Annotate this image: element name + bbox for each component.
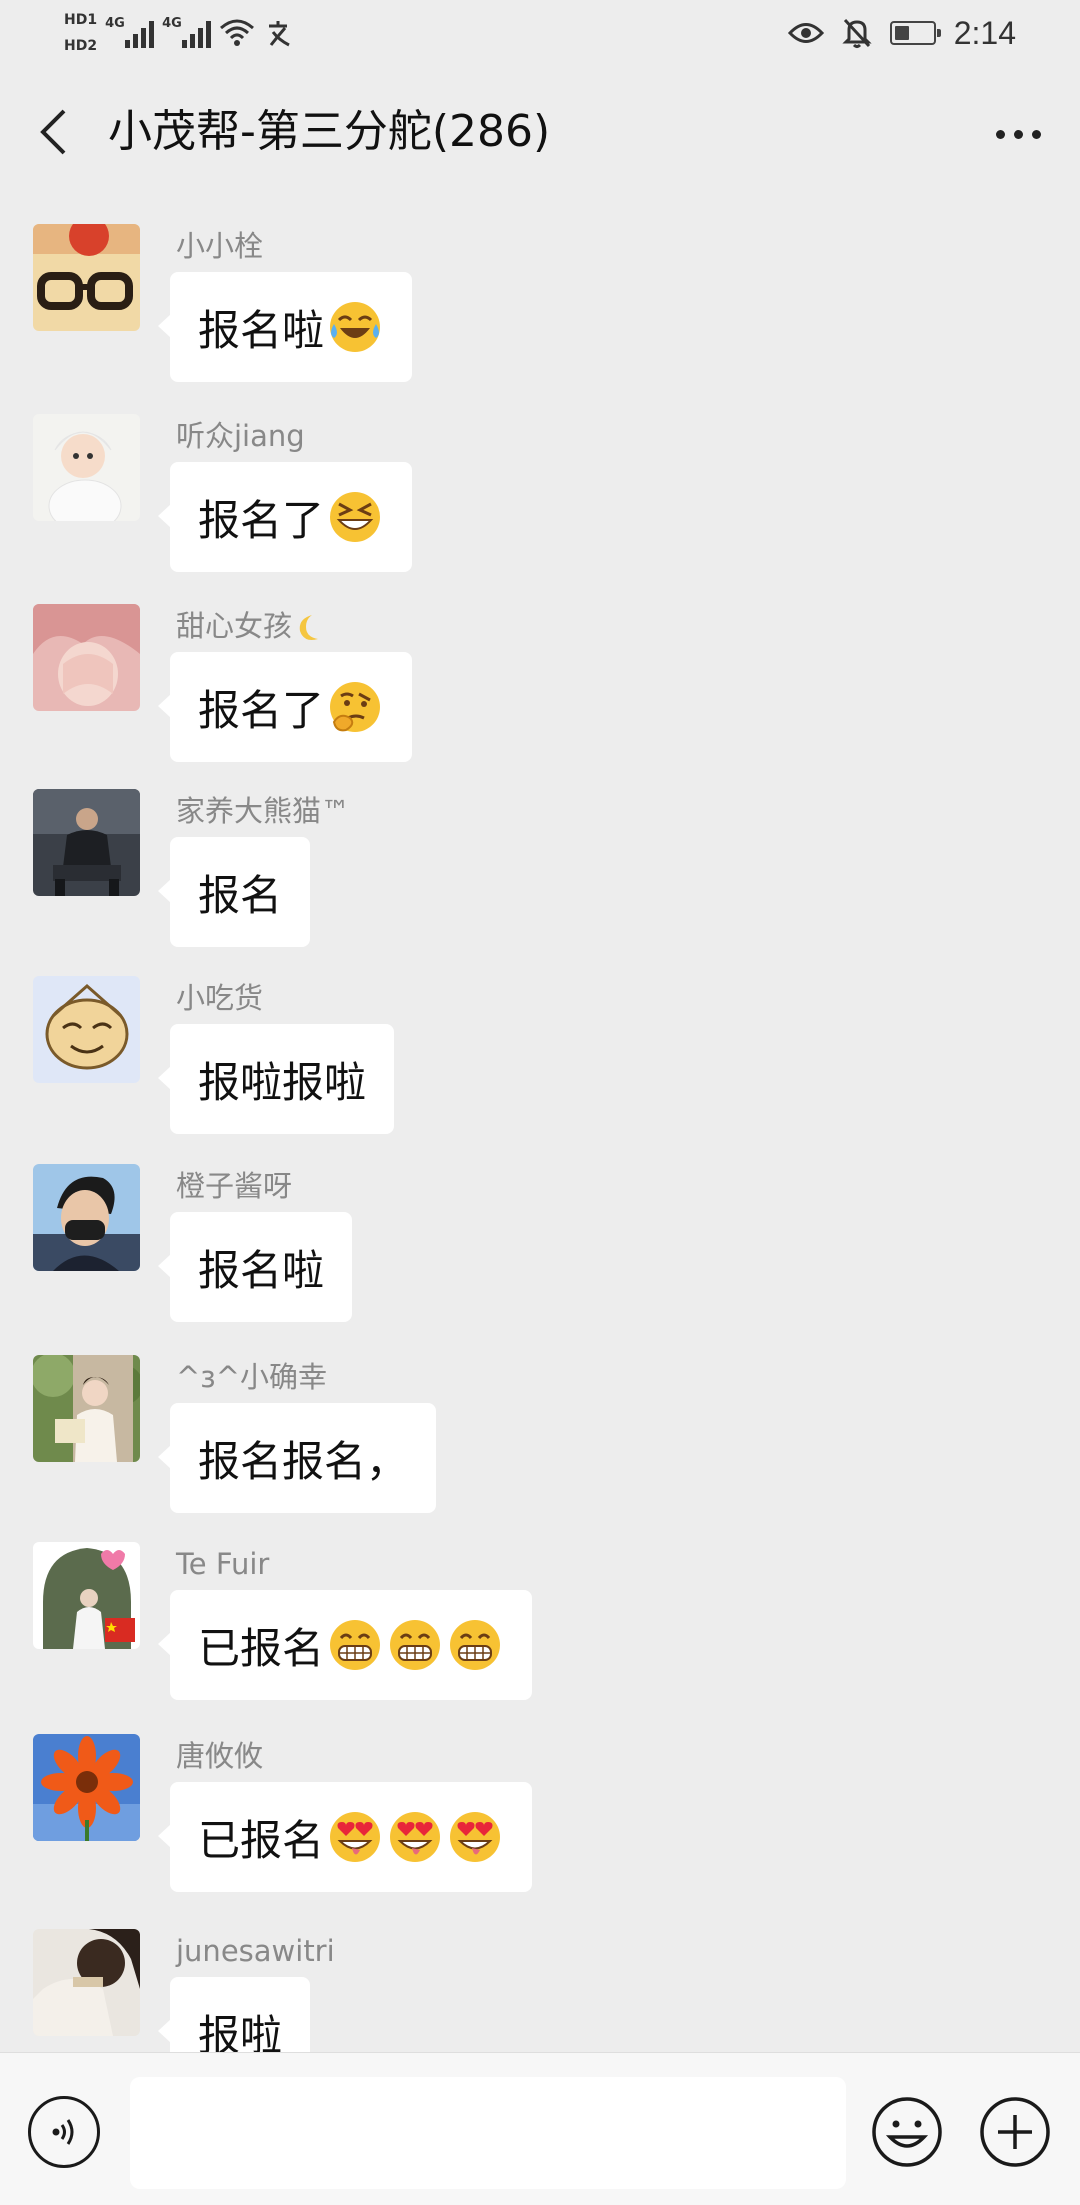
signal-icon: 4G [105, 16, 155, 48]
message-text: 报名报名， [198, 1436, 409, 1486]
avatar[interactable] [33, 224, 140, 331]
message-text: 报名了 [198, 685, 325, 735]
avatar[interactable] [33, 1542, 140, 1649]
heart-eyes-drool-emoji-icon [386, 1808, 444, 1866]
message-bubble[interactable]: 报啦报啦 [157, 1024, 395, 1134]
message-bubble[interactable]: 报名了 [157, 462, 413, 572]
signal-icon: 4G [162, 16, 212, 48]
squinting-grin-emoji-icon [326, 488, 384, 546]
crescent-moon-icon [299, 615, 319, 640]
sender-name: ^з^小确幸 [176, 1360, 328, 1394]
message-text: 报名啦 [198, 1245, 325, 1295]
avatar[interactable] [33, 1164, 140, 1271]
avatar[interactable] [33, 789, 140, 896]
plus-icon [980, 2097, 1050, 2167]
message-bubble[interactable]: 报名报名， [157, 1403, 437, 1513]
message-bubble[interactable]: 报名 [157, 837, 311, 947]
more-dots-icon [995, 129, 1005, 139]
thinking-face-emoji-icon [326, 678, 384, 736]
sender-name: 听众jiang [176, 419, 305, 453]
sender-name: 甜心女孩 [176, 606, 326, 646]
message-bubble[interactable]: 已报名 [157, 1782, 533, 1892]
avatar[interactable] [33, 604, 140, 711]
message-text: 已报名 [198, 1815, 325, 1865]
status-time: 2:14 [953, 14, 1016, 51]
input-bar [0, 2052, 1080, 2205]
sender-name: 家养大熊猫™ [176, 794, 351, 828]
voice-icon [52, 2119, 74, 2145]
chat-message-list[interactable]: 小小栓 报名啦 听众jiang 报名了 甜心女孩 报名了 家养大熊猫™ 报名 小… [0, 196, 1080, 2052]
voice-button[interactable] [28, 2096, 100, 2168]
avatar[interactable] [33, 1734, 140, 1841]
message-input[interactable] [130, 2077, 846, 2189]
eye-comfort-icon [787, 23, 824, 43]
emoji-button[interactable] [870, 2095, 944, 2169]
wifi-icon [220, 19, 255, 46]
message-bubble[interactable]: 报名了 [157, 652, 413, 762]
grimacing-grin-emoji-icon [446, 1616, 504, 1674]
message-text: 报名 [198, 870, 283, 920]
nfc-icon [269, 21, 290, 47]
message-bubble[interactable]: 报名啦 [157, 1212, 353, 1322]
more-functions-button[interactable] [978, 2095, 1052, 2169]
message-text: 报啦报啦 [198, 1057, 367, 1107]
message-text: 已报名 [198, 1623, 325, 1673]
back-button[interactable] [28, 102, 78, 162]
grimacing-grin-emoji-icon [326, 1616, 384, 1674]
page-title: 小茂帮-第三分舵(286) [108, 106, 551, 157]
sender-name: 唐攸攸 [176, 1739, 264, 1773]
sender-name: 橙子酱呀 [176, 1169, 293, 1203]
chat-header: 小茂帮-第三分舵(286) [0, 66, 1080, 196]
battery-icon [889, 21, 941, 45]
more-options-button[interactable] [986, 106, 1050, 162]
avatar[interactable] [33, 1355, 140, 1462]
heart-eyes-drool-emoji-icon [326, 1808, 384, 1866]
message-bubble[interactable]: 报啦 [157, 1977, 311, 2053]
message-text: 报名啦 [198, 305, 325, 355]
avatar[interactable] [33, 1929, 140, 2036]
message-text: 报啦 [198, 2010, 283, 2053]
heart-eyes-drool-emoji-icon [446, 1808, 504, 1866]
mute-icon [842, 18, 872, 48]
sender-name: 小小栓 [176, 229, 264, 263]
message-bubble[interactable]: 报名啦 [157, 272, 413, 382]
grimacing-grin-emoji-icon [386, 1616, 444, 1674]
sender-name: 小吃货 [176, 981, 264, 1015]
message-bubble[interactable]: 已报名 [157, 1590, 533, 1700]
chevron-left-icon [40, 109, 66, 155]
status-bar: HD1 HD2 4G 4G 2:14 [0, 0, 1080, 66]
sender-name: junesawitri [176, 1934, 335, 1968]
avatar[interactable] [33, 414, 140, 521]
hd-icon: HD1 HD2 [64, 12, 98, 54]
message-text: 报名了 [198, 495, 325, 545]
avatar[interactable] [33, 976, 140, 1083]
sender-name: Te Fuir [176, 1547, 270, 1581]
emoji-icon [872, 2097, 942, 2167]
tears-of-joy-emoji-icon [326, 298, 384, 356]
